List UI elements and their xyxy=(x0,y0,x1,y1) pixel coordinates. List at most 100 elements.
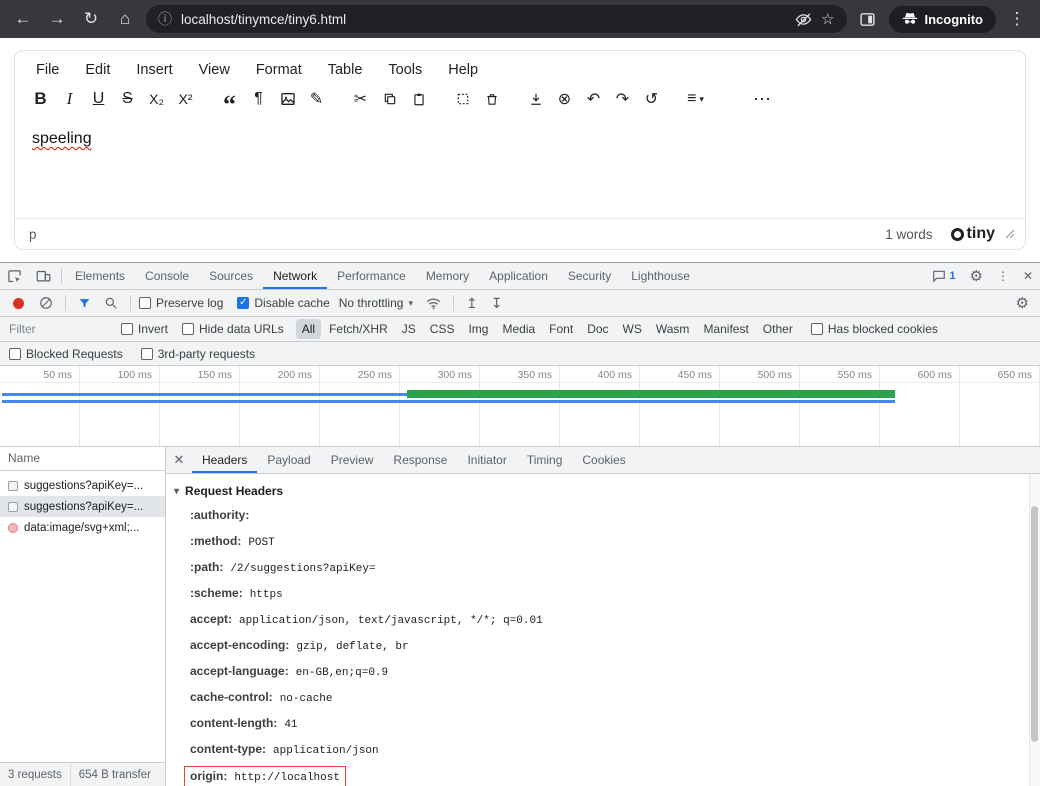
checkbox-hide-data-urls[interactable]: Hide data URLs xyxy=(182,322,284,336)
export-har-icon[interactable]: ↧ xyxy=(487,295,507,312)
underline-icon[interactable]: U xyxy=(85,86,112,112)
subscript-icon[interactable]: X₂ xyxy=(143,86,170,112)
filter-pill-manifest[interactable]: Manifest xyxy=(697,319,754,339)
resize-handle-icon[interactable] xyxy=(1005,229,1015,239)
devtools-menu-icon[interactable]: ⋮ xyxy=(990,263,1016,289)
checkbox-disable-cache[interactable]: ✓Disable cache xyxy=(237,296,329,310)
cut-icon[interactable]: ✂ xyxy=(347,86,374,112)
word-count[interactable]: 1 words xyxy=(885,227,932,242)
side-panel-icon[interactable] xyxy=(855,11,881,28)
bookmark-star-icon[interactable]: ☆ xyxy=(821,10,834,28)
misspelled-word[interactable]: speeling xyxy=(32,130,92,147)
filter-pill-font[interactable]: Font xyxy=(543,319,579,339)
menu-edit[interactable]: Edit xyxy=(72,58,123,82)
request-row[interactable]: data:image/svg+xml;... xyxy=(0,517,165,538)
menu-view[interactable]: View xyxy=(186,58,243,82)
network-settings-icon[interactable]: ⚙ xyxy=(1012,294,1033,312)
checkbox-3rd-party-requests[interactable]: 3rd-party requests xyxy=(141,347,255,361)
paste-icon[interactable] xyxy=(405,86,432,112)
search-icon[interactable] xyxy=(100,296,122,310)
align-icon[interactable]: ≡▾ xyxy=(682,86,709,112)
tab-security[interactable]: Security xyxy=(558,263,621,289)
menu-tools[interactable]: Tools xyxy=(375,58,435,82)
tab-memory[interactable]: Memory xyxy=(416,263,479,289)
filter-pill-media[interactable]: Media xyxy=(496,319,541,339)
checkbox-preserve-log[interactable]: Preserve log xyxy=(139,296,223,310)
home-icon[interactable]: ⌂ xyxy=(112,9,138,29)
devtools-close-icon[interactable]: ✕ xyxy=(1016,263,1040,289)
blockquote-icon[interactable]: “ xyxy=(216,86,243,112)
superscript-icon[interactable]: X² xyxy=(172,86,199,112)
filter-pill-wasm[interactable]: Wasm xyxy=(650,319,696,339)
template-icon[interactable]: ¶ xyxy=(245,86,272,112)
filter-pill-js[interactable]: JS xyxy=(396,319,422,339)
menu-help[interactable]: Help xyxy=(435,58,491,82)
console-messages-badge[interactable]: 1 xyxy=(925,263,962,289)
filter-pill-ws[interactable]: WS xyxy=(617,319,648,339)
back-icon[interactable]: ← xyxy=(10,9,36,29)
detail-tab-timing[interactable]: Timing xyxy=(517,447,573,473)
filter-pill-other[interactable]: Other xyxy=(757,319,799,339)
detail-tab-preview[interactable]: Preview xyxy=(321,447,384,473)
image-icon[interactable] xyxy=(274,86,301,112)
element-path[interactable]: p xyxy=(29,227,37,242)
network-conditions-icon[interactable] xyxy=(422,297,445,310)
site-info-icon[interactable]: ⓘ xyxy=(158,9,172,29)
more-icon[interactable]: ⋯ xyxy=(749,86,776,112)
tab-lighthouse[interactable]: Lighthouse xyxy=(621,263,700,289)
tab-performance[interactable]: Performance xyxy=(327,263,416,289)
checkbox-invert[interactable]: Invert xyxy=(121,322,168,336)
request-headers-section[interactable]: ▾ Request Headers xyxy=(174,481,1016,503)
bold-icon[interactable]: B xyxy=(27,86,54,112)
filter-funnel-icon[interactable] xyxy=(74,297,95,310)
tab-sources[interactable]: Sources xyxy=(199,263,263,289)
inspect-element-icon[interactable] xyxy=(0,263,29,289)
detail-tab-initiator[interactable]: Initiator xyxy=(457,447,516,473)
import-har-icon[interactable]: ↥ xyxy=(462,295,482,312)
request-row[interactable]: suggestions?apiKey=... xyxy=(0,496,165,517)
tab-elements[interactable]: Elements xyxy=(65,263,135,289)
filter-pill-img[interactable]: Img xyxy=(462,319,494,339)
clear-icon[interactable] xyxy=(35,296,57,310)
scrollbar-thumb[interactable] xyxy=(1031,506,1038,742)
tab-application[interactable]: Application xyxy=(479,263,558,289)
filter-pill-css[interactable]: CSS xyxy=(424,319,461,339)
reload-icon[interactable]: ↻ xyxy=(78,9,104,29)
select-all-icon[interactable] xyxy=(449,86,476,112)
checkbox-has-blocked-cookies[interactable]: Has blocked cookies xyxy=(811,322,938,336)
cancel-icon[interactable]: ⊗ xyxy=(551,86,578,112)
export-icon[interactable] xyxy=(522,86,549,112)
detail-tab-response[interactable]: Response xyxy=(383,447,457,473)
strikethrough-icon[interactable]: S xyxy=(114,86,141,112)
scrollbar[interactable] xyxy=(1029,474,1040,786)
redo-icon[interactable]: ↷ xyxy=(609,86,636,112)
copy-icon[interactable] xyxy=(376,86,403,112)
menu-table[interactable]: Table xyxy=(315,58,376,82)
device-toolbar-icon[interactable] xyxy=(29,263,58,289)
request-row[interactable]: suggestions?apiKey=... xyxy=(0,475,165,496)
filter-pill-all[interactable]: All xyxy=(296,319,321,339)
pen-icon[interactable]: ✎ xyxy=(303,86,330,112)
editor-content[interactable]: speeling xyxy=(15,119,1025,218)
record-icon[interactable] xyxy=(13,298,24,309)
italic-icon[interactable]: I xyxy=(56,86,83,112)
password-eye-off-icon[interactable] xyxy=(795,11,812,28)
forward-icon[interactable]: → xyxy=(44,9,70,29)
address-bar[interactable]: ⓘ localhost/tinymce/tiny6.html ☆ xyxy=(146,5,847,33)
filter-pill-doc[interactable]: Doc xyxy=(581,319,614,339)
detail-tab-cookies[interactable]: Cookies xyxy=(572,447,635,473)
menu-format[interactable]: Format xyxy=(243,58,315,82)
tab-network[interactable]: Network xyxy=(263,263,327,289)
undo-icon[interactable]: ↶ xyxy=(580,86,607,112)
tab-console[interactable]: Console xyxy=(135,263,199,289)
browser-menu-icon[interactable]: ⋮ xyxy=(1004,9,1030,29)
checkbox-blocked-requests[interactable]: Blocked Requests xyxy=(9,347,123,361)
devtools-settings-icon[interactable]: ⚙ xyxy=(962,263,989,289)
trash-icon[interactable] xyxy=(478,86,505,112)
detail-tab-headers[interactable]: Headers xyxy=(192,447,257,473)
requests-name-header[interactable]: Name xyxy=(0,447,165,471)
close-detail-icon[interactable]: ✕ xyxy=(166,452,192,468)
network-overview[interactable]: 50 ms100 ms150 ms200 ms250 ms300 ms350 m… xyxy=(0,366,1040,447)
throttling-select[interactable]: No throttling ▾ xyxy=(335,296,417,310)
restore-draft-icon[interactable]: ↺ xyxy=(638,86,665,112)
